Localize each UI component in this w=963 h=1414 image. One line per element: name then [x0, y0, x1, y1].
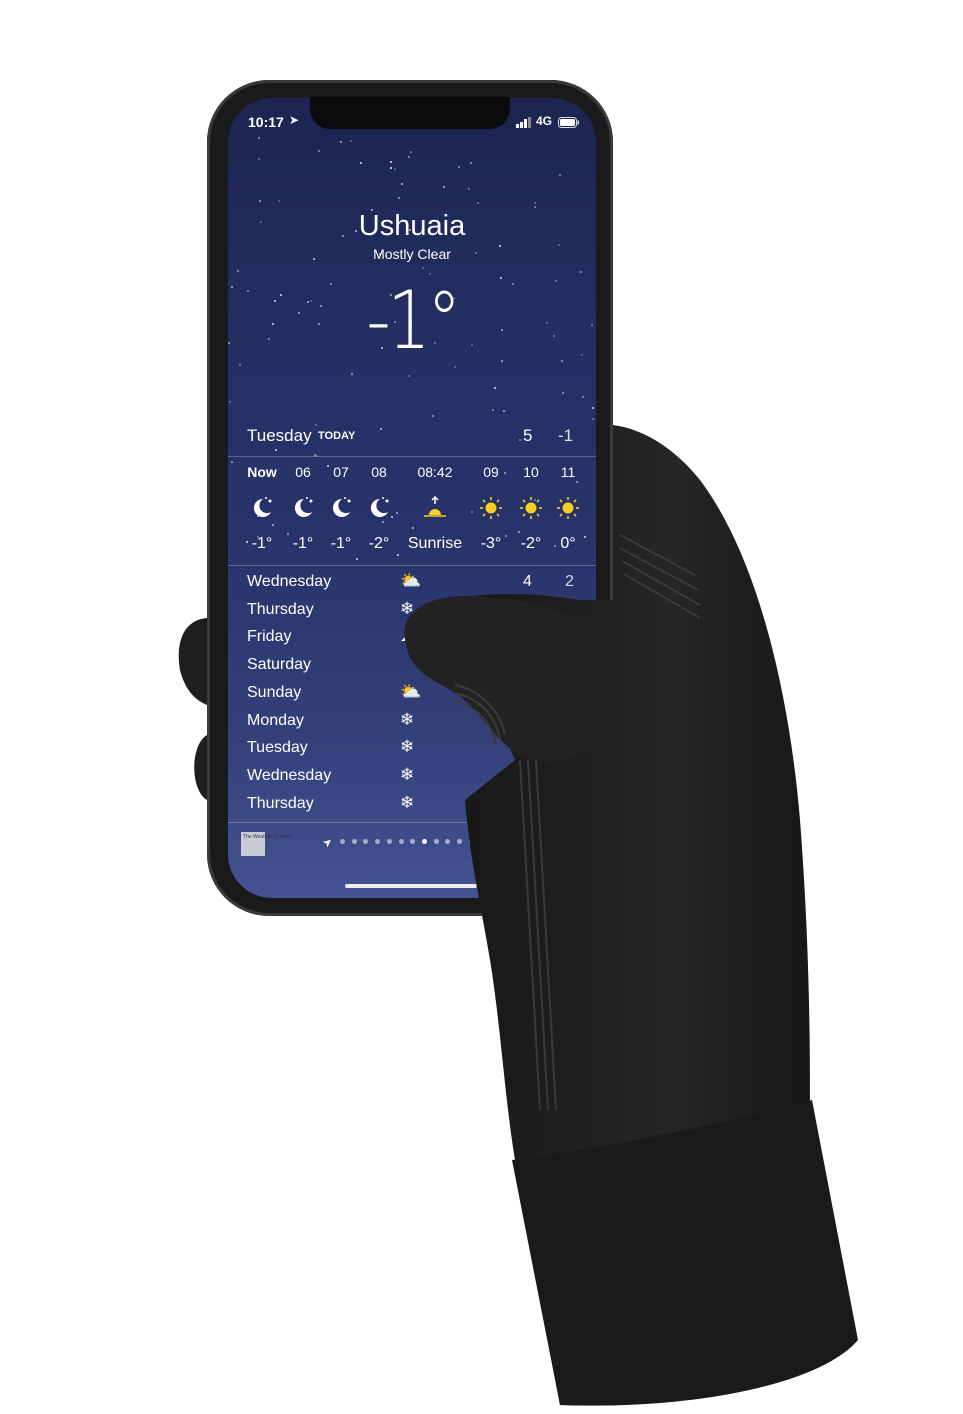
glove-hand	[178, 425, 858, 1406]
glove-fingers-back	[178, 618, 207, 800]
